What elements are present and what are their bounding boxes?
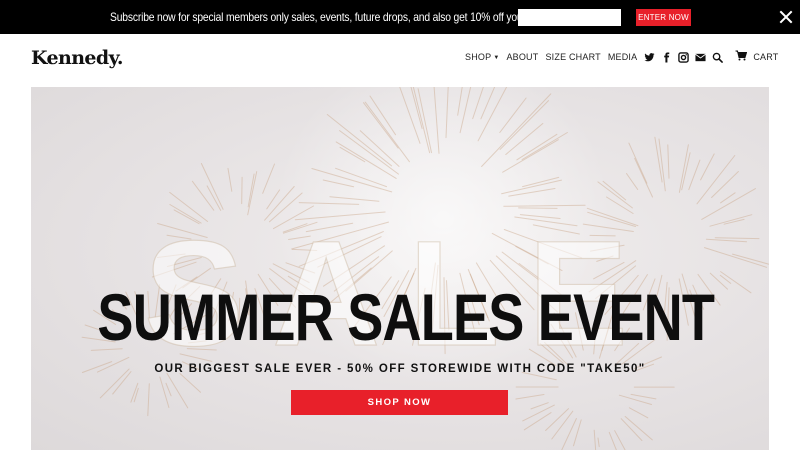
announcement-bar: Subscribe now for special members only s… (0, 0, 800, 34)
nav-size-chart[interactable]: SIZE CHART (545, 52, 600, 62)
facebook-icon[interactable] (661, 51, 672, 63)
main-nav: SHOP ▼ ABOUT SIZE CHART MEDIA CART (465, 50, 778, 64)
nav-about[interactable]: ABOUT (506, 52, 538, 62)
site-logo[interactable]: Kennedy. (31, 47, 123, 69)
cart-icon (735, 48, 748, 66)
nav-shop[interactable]: SHOP ▼ (465, 52, 499, 62)
twitter-icon[interactable] (644, 52, 655, 63)
nav-media[interactable]: MEDIA (608, 52, 638, 62)
hero-subtitle: OUR BIGGEST SALE EVER - 50% OFF STOREWID… (154, 363, 646, 375)
email-field[interactable] (518, 9, 621, 26)
close-icon[interactable] (779, 10, 793, 24)
shop-now-button[interactable]: SHOP NOW (291, 390, 508, 415)
mail-icon[interactable] (695, 52, 707, 63)
instagram-icon[interactable] (678, 51, 690, 63)
nav-shop-label: SHOP (465, 52, 492, 62)
hero-banner: SALE SUMMER SALES EVENT OUR BIGGEST SALE… (31, 87, 769, 450)
cart-link[interactable]: CART (735, 48, 778, 66)
cart-label: CART (753, 52, 779, 62)
search-icon[interactable] (712, 52, 724, 63)
enter-now-button[interactable]: ENTER NOW (636, 9, 691, 26)
announcement-text: Subscribe now for special members only s… (110, 10, 582, 24)
chevron-down-icon: ▼ (493, 55, 500, 61)
hero-title: SUMMER SALES EVENT (97, 280, 715, 354)
